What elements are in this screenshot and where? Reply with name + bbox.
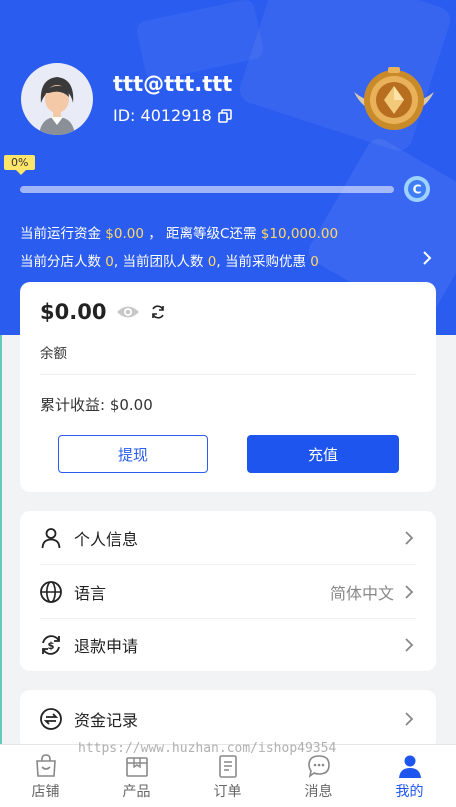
tab-label: 产品: [122, 784, 151, 800]
recharge-button[interactable]: 充值: [247, 435, 399, 473]
watermark: https://www.huzhan.com/ishop49354: [78, 741, 337, 756]
level-c-icon: C: [404, 176, 430, 202]
balance-label: 余额: [40, 346, 67, 362]
user-id-row: ID: 4012918: [113, 106, 232, 125]
menu-item-personal-info[interactable]: 个人信息: [20, 511, 436, 564]
balance-amount: $0.00: [40, 300, 107, 324]
order-icon: [219, 755, 237, 778]
menu-item-label: 退款申请: [74, 636, 139, 656]
message-icon: [308, 755, 330, 778]
funds-label: 当前运行资金: [20, 226, 101, 242]
menu-item-label: 资金记录: [74, 710, 139, 730]
balance-card: $0.00 余额 累计收益: $0.00 提现 充值: [20, 282, 436, 492]
menu-item-label: 个人信息: [74, 529, 139, 549]
team-count-label: , 当前团队人数: [113, 254, 204, 270]
chevron-right-icon: [405, 530, 414, 545]
language-value: 简体中文: [329, 583, 394, 603]
purchase-discount-label: , 当前采购优惠: [216, 254, 306, 270]
branch-count-value: 0: [105, 254, 114, 270]
level-gap-label: ， 距离等级C还需: [148, 226, 257, 242]
tab-me[interactable]: 我的: [364, 745, 455, 807]
copy-icon[interactable]: [217, 108, 232, 123]
level-progress-bar: [20, 186, 394, 193]
chevron-right-icon: [405, 637, 414, 652]
svg-text:C: C: [413, 183, 422, 197]
refresh-icon[interactable]: [150, 304, 166, 320]
menu-item-language[interactable]: 语言 简体中文: [20, 565, 436, 618]
menu-item-fund-records[interactable]: 资金记录: [20, 692, 436, 745]
tab-label: 消息: [304, 784, 333, 800]
settings-menu-card: 个人信息 语言 简体中文 $ 退款申请: [20, 511, 436, 671]
cumulative-earnings: 累计收益: $0.00: [40, 396, 153, 414]
funds-info-line: 当前运行资金 $0.00 ， 距离等级C还需 $10,000.00: [20, 222, 338, 242]
shop-icon: [36, 754, 56, 777]
purchase-discount-value: 0: [310, 254, 319, 270]
chevron-right-icon: [405, 711, 414, 726]
divider: [40, 374, 416, 375]
menu-item-refund[interactable]: $ 退款申请: [20, 618, 436, 671]
balance-row: $0.00: [40, 300, 166, 324]
product-icon: [126, 757, 148, 777]
user-id: ID: 4012918: [113, 106, 212, 125]
funds-icon: [40, 707, 62, 730]
running-funds-value: $0.00: [105, 226, 144, 242]
level-medal-icon: [354, 67, 434, 130]
team-info-line[interactable]: 当前分店人数 0, 当前团队人数 0, 当前采购优惠 0: [20, 250, 319, 270]
globe-icon: [40, 580, 62, 603]
username: ttt@ttt.ttt: [113, 72, 233, 96]
tab-label: 订单: [213, 784, 242, 800]
avatar[interactable]: [21, 63, 93, 135]
person-icon: [41, 527, 61, 548]
eye-icon[interactable]: [116, 304, 140, 320]
chevron-right-icon: [405, 584, 414, 599]
level-gap-value: $10,000.00: [260, 226, 339, 242]
refund-icon: $: [42, 634, 60, 655]
menu-item-label: 语言: [74, 583, 107, 603]
profile-icon: [399, 755, 421, 778]
avatar-image: [39, 77, 75, 135]
branch-count-label: 当前分店人数: [20, 254, 101, 270]
progress-percent-badge: 0%: [4, 155, 36, 175]
withdraw-button[interactable]: 提现: [58, 435, 208, 473]
tab-label: 店铺: [31, 784, 60, 800]
tab-label: 我的: [395, 784, 424, 800]
chevron-right-icon[interactable]: [420, 250, 434, 266]
svg-text:$: $: [48, 641, 55, 652]
